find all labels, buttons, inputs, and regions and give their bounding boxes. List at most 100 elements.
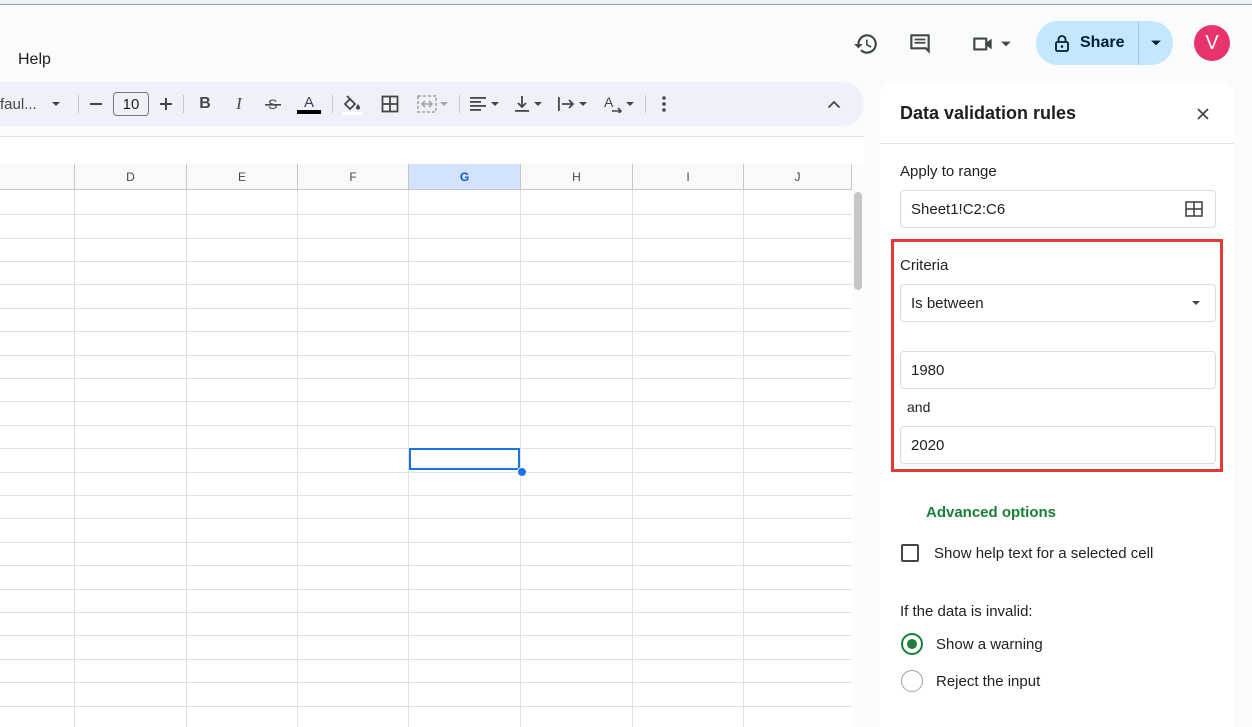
- font-family-select[interactable]: faul...: [0, 82, 68, 126]
- column-header-i[interactable]: I: [633, 164, 744, 190]
- panel-divider: [880, 143, 1234, 144]
- column-header-d[interactable]: D: [75, 164, 187, 190]
- horizontal-align-icon[interactable]: [466, 82, 502, 126]
- lock-icon: [1055, 35, 1069, 52]
- min-value-input[interactable]: 1980: [900, 351, 1216, 389]
- data-validation-panel: Data validation rules Apply to range She…: [880, 83, 1234, 727]
- grid-line: [0, 518, 852, 519]
- text-rotation-icon[interactable]: A: [598, 82, 638, 126]
- grid-line: [186, 190, 187, 727]
- font-size-input[interactable]: 10: [113, 92, 149, 116]
- criteria-select[interactable]: Is between: [900, 284, 1216, 322]
- panel-title: Data validation rules: [900, 103, 1077, 123]
- avatar[interactable]: V: [1194, 25, 1230, 61]
- scrollbar-thumb[interactable]: [854, 192, 862, 290]
- app-window: Help Share V faul... 10 B I A A D E F G …: [0, 4, 1252, 727]
- column-header-e[interactable]: E: [187, 164, 298, 190]
- increase-font-size-button[interactable]: [156, 82, 176, 126]
- max-value-input[interactable]: 2020: [900, 426, 1216, 464]
- menu-help[interactable]: Help: [18, 51, 51, 69]
- borders-icon[interactable]: [378, 82, 402, 126]
- share-options-dropdown[interactable]: [1139, 21, 1173, 65]
- italic-button[interactable]: I: [227, 82, 251, 126]
- help-text-checkbox[interactable]: [901, 544, 919, 562]
- fill-handle[interactable]: [517, 467, 527, 477]
- share-label: Share: [1080, 34, 1125, 51]
- close-icon[interactable]: [1192, 103, 1214, 125]
- grid-line: [0, 355, 852, 356]
- bold-button[interactable]: B: [193, 82, 217, 126]
- show-warning-radio[interactable]: [901, 633, 923, 655]
- formatting-toolbar: faul... 10 B I S A: [0, 82, 864, 126]
- grid-line: [0, 682, 852, 683]
- range-value: Sheet1!C2:C6: [911, 200, 1006, 218]
- column-header-blank[interactable]: [0, 164, 75, 190]
- strikethrough-button[interactable]: S: [261, 82, 285, 126]
- meet-icon[interactable]: [966, 31, 1016, 57]
- text-color-button[interactable]: A: [295, 82, 323, 126]
- svg-text:A: A: [604, 95, 614, 110]
- grid-line: [520, 190, 521, 727]
- vertical-align-icon[interactable]: [510, 82, 546, 126]
- help-text-label[interactable]: Show help text for a selected cell: [934, 545, 1153, 562]
- column-header-g[interactable]: G: [409, 164, 521, 190]
- comments-icon[interactable]: [907, 31, 933, 57]
- grid-line: [0, 401, 852, 402]
- collapse-toolbar-icon[interactable]: [822, 82, 846, 126]
- grid-line: [0, 425, 852, 426]
- selected-cell[interactable]: [409, 448, 520, 470]
- share-button[interactable]: Share: [1036, 21, 1139, 65]
- grid-line: [297, 190, 298, 727]
- grid-line: [0, 635, 852, 636]
- grid-line: [0, 706, 852, 707]
- font-family-label: faul...: [0, 95, 37, 113]
- caret-down-icon: [1192, 301, 1200, 305]
- grid-line: [0, 659, 852, 660]
- share-button-group: Share: [1036, 21, 1173, 65]
- advanced-options-button[interactable]: Advanced options: [926, 504, 1056, 521]
- decrease-font-size-button[interactable]: [86, 82, 106, 126]
- merge-cells-icon[interactable]: [412, 82, 454, 126]
- grid-line: [0, 542, 852, 543]
- vertical-scrollbar[interactable]: [852, 164, 864, 727]
- column-header-f[interactable]: F: [298, 164, 409, 190]
- range-input[interactable]: Sheet1!C2:C6: [900, 190, 1216, 228]
- grid-line: [0, 331, 852, 332]
- show-warning-label[interactable]: Show a warning: [936, 636, 1043, 653]
- grid-line: [0, 495, 852, 496]
- grid-line: [0, 378, 852, 379]
- toolbar-divider: [645, 95, 646, 113]
- toolbar-divider: [459, 95, 460, 113]
- grid-line: [743, 190, 744, 727]
- toolbar-divider: [332, 95, 333, 113]
- reject-input-radio[interactable]: [901, 670, 923, 692]
- column-header-j[interactable]: J: [744, 164, 852, 190]
- min-value: 1980: [911, 361, 945, 379]
- caret-down-icon: [1151, 40, 1161, 46]
- and-label: and: [907, 399, 931, 415]
- grid-line: [0, 612, 852, 613]
- text-wrapping-icon[interactable]: [554, 82, 590, 126]
- invalid-data-label: If the data is invalid:: [900, 603, 1033, 620]
- grid-line: [74, 190, 75, 727]
- grid-line: [0, 214, 852, 215]
- version-history-icon[interactable]: [853, 31, 879, 57]
- criteria-label: Criteria: [900, 257, 949, 274]
- formula-bar[interactable]: [0, 136, 864, 165]
- grid-line: [0, 589, 852, 590]
- grid-select-icon[interactable]: [1185, 201, 1203, 217]
- grid-line: [0, 284, 852, 285]
- toolbar-divider: [78, 95, 79, 113]
- grid-line: [0, 472, 852, 473]
- spreadsheet-grid[interactable]: D E F G H I J: [0, 164, 852, 727]
- more-options-icon[interactable]: [653, 82, 675, 126]
- toolbar-divider: [183, 95, 184, 113]
- max-value: 2020: [911, 436, 945, 454]
- fill-color-icon[interactable]: [340, 82, 366, 126]
- grid-line: [0, 238, 852, 239]
- reject-input-label[interactable]: Reject the input: [936, 673, 1040, 690]
- grid-line: [632, 190, 633, 727]
- svg-text:A: A: [304, 94, 314, 111]
- criteria-value: Is between: [911, 294, 984, 312]
- column-header-h[interactable]: H: [521, 164, 633, 190]
